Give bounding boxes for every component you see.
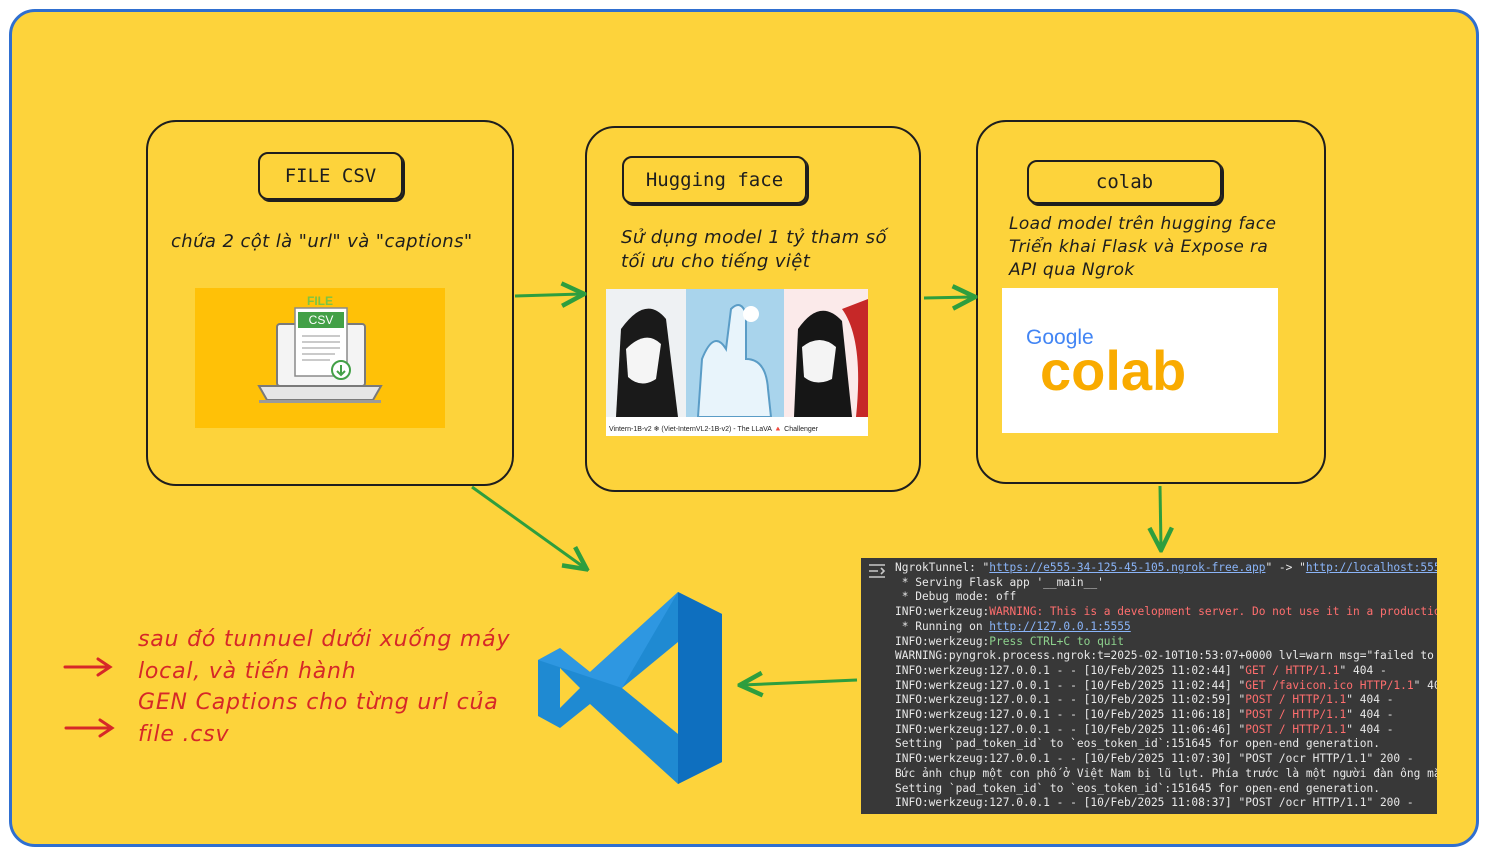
terminal-link[interactable]: http://127.0.0.1:5555: [989, 620, 1130, 633]
terminal-text: INFO:werkzeug:127.0.0.1 - - [10/Feb/2025…: [895, 678, 1246, 692]
note-line: GEN Captions cho từng url của: [138, 690, 499, 715]
terminal-text: WARNING: This is a development server. D…: [989, 605, 1437, 619]
terminal-text: POST / HTTP/1.1: [1245, 722, 1347, 736]
terminal-text: POST / HTTP/1.1: [1245, 708, 1347, 722]
terminal-text: " 404 -: [1346, 722, 1394, 736]
note-arrows: [63, 657, 115, 738]
terminal-line: NgrokTunnel: "https://e555-34-125-45-105…: [895, 561, 1437, 576]
terminal-text: INFO:werkzeug:127.0.0.1 - - [10/Feb/2025…: [895, 722, 1246, 736]
terminal-line: Bức ảnh chụp một con phố ở Việt Nam bị l…: [895, 767, 1437, 782]
terminal-link[interactable]: https://e555-34-125-45-105.ngrok-free.ap…: [989, 561, 1265, 574]
terminal-text: INFO:werkzeug:127.0.0.1 - - [10/Feb/2025…: [895, 663, 1246, 677]
terminal-text: INFO:werkzeug:127.0.0.1 - - [10/Feb/2025…: [895, 752, 1414, 766]
terminal-line: INFO:werkzeug:WARNING: This is a develop…: [895, 605, 1437, 620]
terminal-line: INFO:werkzeug:Press CTRL+C to quit: [895, 635, 1437, 650]
terminal-text: * Running on: [895, 619, 990, 633]
terminal-text: INFO:werkzeug:127.0.0.1 - - [10/Feb/2025…: [895, 693, 1246, 707]
arrow-csv-to-vscode: [471, 485, 585, 568]
terminal-text: INFO:werkzeug:: [895, 634, 990, 648]
terminal-line: INFO:werkzeug:127.0.0.1 - - [10/Feb/2025…: [895, 708, 1437, 723]
note-text: sau đó tunnuel dưới xuống máy local, và …: [138, 624, 528, 750]
terminal-text: Press CTRL+C to quit: [989, 634, 1125, 648]
terminal-output: NgrokTunnel: "https://e555-34-125-45-105…: [861, 558, 1437, 814]
terminal-text: * Debug mode: off: [895, 590, 1017, 604]
terminal-text: INFO:werkzeug:127.0.0.1 - - [10/Feb/2025…: [895, 708, 1246, 722]
output-toggle-icon[interactable]: [867, 562, 887, 580]
terminal-link[interactable]: http://localhost:5555: [1306, 561, 1437, 574]
terminal-line: INFO:werkzeug:127.0.0.1 - - [10/Feb/2025…: [895, 723, 1437, 738]
arrow-colab-to-terminal: [1160, 485, 1161, 548]
terminal-line: Setting `pad_token_id` to `eos_token_id`…: [895, 737, 1437, 752]
terminal-text: GET /favicon.ico HTTP/1.1: [1245, 678, 1414, 692]
terminal-line: WARNING:pyngrok.process.ngrok:t=2025-02-…: [895, 649, 1437, 664]
terminal-text: Setting `pad_token_id` to `eos_token_id`…: [895, 781, 1380, 795]
terminal-text: INFO:werkzeug:: [895, 605, 990, 619]
terminal-text: Setting `pad_token_id` to `eos_token_id`…: [895, 737, 1380, 751]
note-line: file .csv: [138, 721, 230, 747]
note-line: sau đó tunnuel dưới xuống máy: [138, 627, 511, 652]
terminal-line: Setting `pad_token_id` to `eos_token_id`…: [895, 782, 1437, 797]
terminal-text: " 404 -: [1339, 663, 1387, 677]
terminal-line: INFO:werkzeug:127.0.0.1 - - [10/Feb/2025…: [895, 752, 1437, 767]
diagram-canvas: FILE CSV chứa 2 cột là "url" và "caption…: [0, 0, 1490, 858]
arrow-huggingface-to-colab: [923, 297, 973, 298]
terminal-text: WARNING:pyngrok.process.ngrok:t=2025-02-…: [895, 649, 1437, 663]
arrow-terminal-to-vscode: [742, 680, 858, 685]
terminal-text: Bức ảnh chụp một con phố ở Việt Nam bị l…: [895, 766, 1437, 780]
terminal-line: * Serving Flask app '__main__': [895, 576, 1437, 591]
terminal-line: * Debug mode: off: [895, 590, 1437, 605]
terminal-text: " 404 -: [1413, 678, 1437, 692]
terminal-line: INFO:werkzeug:127.0.0.1 - - [10/Feb/2025…: [895, 796, 1437, 811]
terminal-text: NgrokTunnel: ": [895, 561, 990, 574]
terminal-line: INFO:werkzeug:127.0.0.1 - - [10/Feb/2025…: [895, 693, 1437, 708]
note-line: local, và tiến hành: [138, 658, 357, 684]
terminal-text: * Serving Flask app '__main__': [895, 575, 1104, 589]
terminal-lines: NgrokTunnel: "https://e555-34-125-45-105…: [895, 561, 1437, 811]
terminal-text: POST / HTTP/1.1: [1245, 693, 1347, 707]
red-arrow-icon: [64, 718, 115, 738]
terminal-line: INFO:werkzeug:127.0.0.1 - - [10/Feb/2025…: [895, 679, 1437, 694]
terminal-text: GET / HTTP/1.1: [1245, 663, 1340, 677]
terminal-text: INFO:werkzeug:127.0.0.1 - - [10/Feb/2025…: [895, 796, 1414, 810]
arrow-csv-to-huggingface: [514, 294, 582, 296]
terminal-line: * Running on http://127.0.0.1:5555: [895, 620, 1437, 635]
terminal-text: " -> ": [1265, 561, 1306, 574]
terminal-text: " 404 -: [1346, 708, 1394, 722]
terminal-text: " 404 -: [1346, 693, 1394, 707]
terminal-line: INFO:werkzeug:127.0.0.1 - - [10/Feb/2025…: [895, 664, 1437, 679]
vscode-logo-icon: [538, 592, 722, 784]
red-arrow-icon: [63, 657, 113, 677]
